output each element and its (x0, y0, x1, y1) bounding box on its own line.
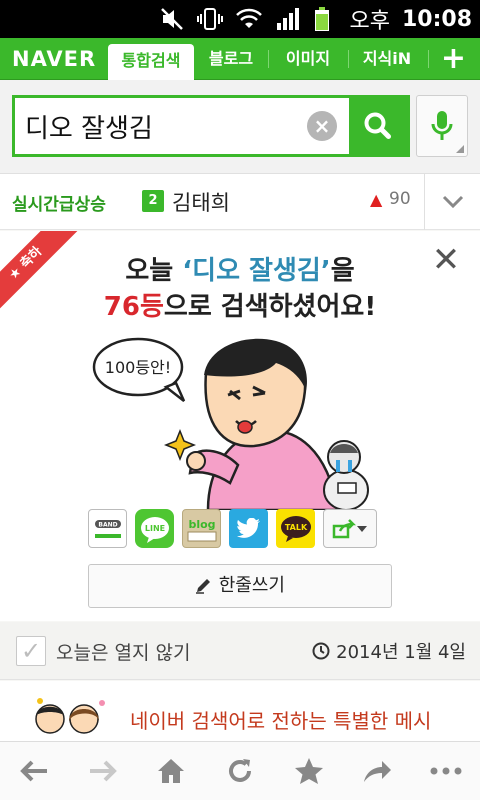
refresh-button[interactable] (210, 743, 270, 799)
caret-down-icon (357, 525, 367, 532)
search-icon (364, 112, 391, 139)
status-time: 10:08 (401, 6, 472, 32)
search-button[interactable] (349, 98, 407, 154)
line-icon: LINE (140, 516, 169, 543)
chevron-down-icon (442, 195, 463, 209)
write-one-line-button[interactable]: 한줄쓰기 (88, 564, 392, 608)
status-icons: 오후 10:08 (159, 0, 472, 38)
kakaotalk-icon: TALK (280, 515, 311, 542)
blog-icon: blog (187, 518, 216, 541)
share-buttons: BAND LINE blog TALK (88, 509, 392, 549)
back-icon (20, 760, 48, 782)
svg-text:LINE: LINE (144, 524, 164, 533)
share-arrow-icon (332, 518, 356, 538)
cartoon-illustration: 100등안! (92, 337, 369, 510)
mic-icon (431, 111, 453, 140)
search-area: × (0, 80, 480, 174)
forward-button[interactable] (73, 743, 133, 799)
dont-open-today-label[interactable]: 오늘은 열지 않기 (56, 638, 190, 665)
speech-bubble-text: 100등안! (105, 358, 171, 377)
card-date: 2014년 1월 4일 (312, 638, 466, 664)
bookmark-button[interactable] (279, 743, 339, 799)
browser-toolbar (0, 741, 480, 800)
mute-icon (161, 8, 184, 30)
svg-text:BAND: BAND (98, 521, 117, 528)
tab-divider (428, 50, 429, 68)
congrats-card: ★ 축하 ✕ 오늘 ‘디오 잘생김’을 76등으로 검색하셨어요! 100등안! (0, 231, 480, 621)
tab-divider (268, 50, 269, 68)
tab-knowledge-in[interactable]: 지식iN (350, 38, 424, 80)
share-band-button[interactable]: BAND (88, 509, 127, 548)
add-tab-button[interactable]: + (441, 42, 466, 76)
tab-integrated-search[interactable]: 통합검색 (108, 44, 194, 80)
card-footer: ✓ 오늘은 열지 않기 2014년 1월 4일 (0, 622, 480, 680)
tab-bar: NAVER 통합검색 블로그 이미지 지식iN + (0, 38, 480, 80)
dont-open-today-checkbox[interactable]: ✓ (16, 636, 46, 666)
svg-text:TALK: TALK (284, 523, 307, 532)
share-icon (364, 761, 392, 782)
date-text: 2014년 1월 4일 (336, 642, 466, 663)
naver-logo[interactable]: NAVER (12, 47, 96, 71)
share-page-button[interactable] (347, 743, 407, 799)
forward-icon (89, 760, 117, 782)
congrats-headline: 오늘 ‘디오 잘생김’을 76등으로 검색하셨어요! (0, 253, 480, 325)
more-icon (430, 767, 462, 775)
trending-expand-button[interactable] (425, 174, 480, 230)
tab-blog[interactable]: 블로그 (196, 38, 266, 80)
signal-icon (277, 8, 300, 30)
wifi-icon (236, 8, 263, 28)
vibrate-icon (197, 8, 224, 30)
status-bar: 오후 10:08 (0, 0, 480, 38)
trending-term[interactable]: 김태희 (172, 187, 230, 217)
trending-rank-badge: 2 (142, 190, 164, 212)
share-kakaotalk-button[interactable]: TALK (276, 509, 315, 548)
voice-search-button[interactable] (416, 95, 468, 157)
share-twitter-button[interactable] (229, 509, 268, 548)
pencil-icon (196, 579, 210, 594)
battery-icon (315, 7, 330, 31)
special-message-row[interactable]: 네이버 검색어로 전하는 특별한 메시 (0, 681, 480, 741)
clear-search-button[interactable]: × (307, 111, 337, 141)
realtime-trending-row[interactable]: 실시간급상승 2 김태희 ▲ 90 (0, 174, 480, 230)
refresh-icon (229, 759, 251, 782)
search-box: × (12, 95, 410, 157)
write-button-label: 한줄쓰기 (218, 575, 285, 596)
headline-line-1: 오늘 ‘디오 잘생김’을 (125, 256, 355, 286)
band-icon: BAND (94, 519, 121, 538)
bookmark-star-icon (294, 758, 323, 784)
more-menu-button[interactable] (416, 743, 476, 799)
trending-label: 실시간급상승 (12, 195, 106, 215)
share-more-button[interactable] (323, 509, 377, 548)
search-input[interactable] (25, 106, 305, 146)
special-message-text: 네이버 검색어로 전하는 특별한 메시 (130, 709, 432, 733)
clock-icon (312, 642, 330, 660)
rank-up-arrow-icon: ▲ (370, 190, 383, 209)
status-ampm: 오후 (349, 9, 390, 34)
tab-divider (348, 50, 349, 68)
twitter-bird-icon (236, 517, 260, 538)
headline-line-2: 76등으로 검색하셨어요! (103, 292, 377, 322)
home-button[interactable] (141, 743, 201, 799)
trending-count: 90 (389, 189, 411, 209)
share-blog-button[interactable]: blog (182, 509, 221, 548)
couple-illustration (35, 698, 105, 734)
home-icon (158, 759, 185, 783)
svg-text:blog: blog (188, 518, 215, 531)
share-line-button[interactable]: LINE (135, 509, 174, 548)
tab-images[interactable]: 이미지 (270, 38, 346, 80)
mic-corner-mark (456, 145, 464, 153)
back-button[interactable] (4, 743, 64, 799)
